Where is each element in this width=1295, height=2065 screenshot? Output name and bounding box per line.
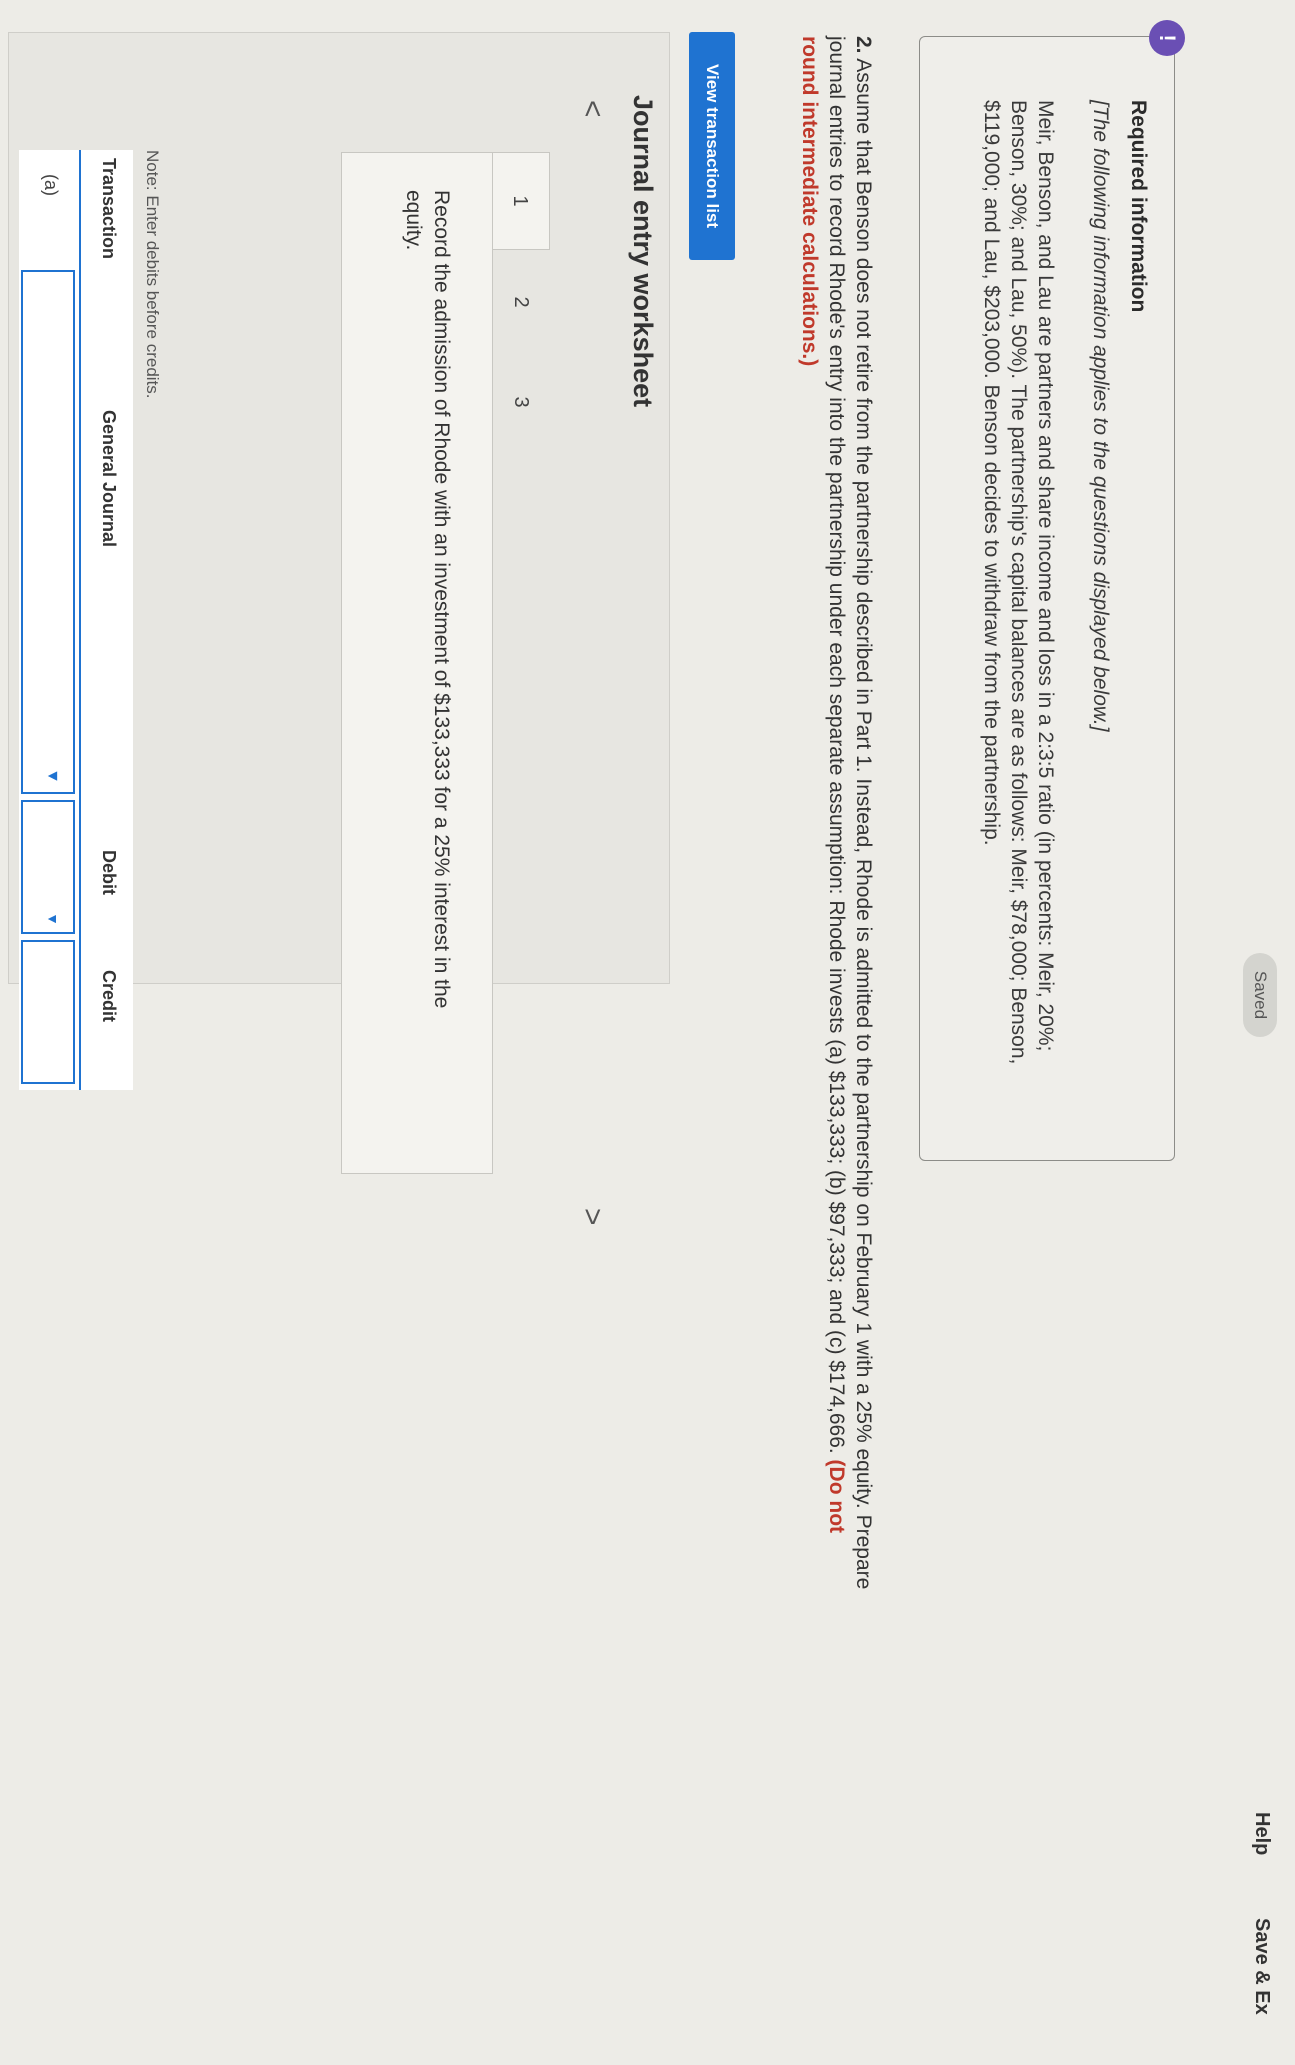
question-number: 2. [852,36,875,54]
view-transaction-list-label: View transaction list [703,63,722,229]
debits-note: Note: Enter debits before credits. [143,150,162,399]
tab-3[interactable]: 3 [492,354,550,450]
worksheet-title: Journal entry worksheet [628,95,658,408]
instruction-text: Record the admission of Rhode with an in… [402,190,453,1009]
help-link[interactable]: Help [1250,1812,1273,1855]
saved-status-label: Saved [1251,970,1270,1020]
tab-2[interactable]: 2 [492,254,550,350]
journal-table: Transaction General Journal Debit Credit… [15,150,133,1090]
required-information-title: Required information [1127,100,1150,313]
tab-2-label: 2 [510,296,533,308]
header-general-journal: General Journal [99,410,119,548]
header-transaction: Transaction [99,158,119,260]
question-text: 2. Assume that Benson does not retire fr… [796,36,877,1596]
header-debit: Debit [99,850,119,895]
tab-1-label: 1 [509,195,532,207]
debit-input[interactable]: ▼ [21,800,75,934]
chevron-left-icon[interactable]: < [575,100,609,118]
header-credit: Credit [99,970,119,1023]
tab-3-label: 3 [510,396,533,408]
required-information-body: Meir, Benson, and Lau are partners and s… [980,100,1057,1065]
screen-canvas: Saved Help Save & Ex ! Required informat… [0,0,1295,2065]
question-body: Assume that Benson does not retire from … [825,36,875,1590]
view-transaction-list-button[interactable]: View transaction list [689,32,735,260]
general-journal-dropdown[interactable]: ▼ [21,270,75,794]
chevron-down-icon: ▼ [44,768,61,784]
chevron-down-icon: ▼ [45,912,61,926]
saved-status-pill: Saved [1243,953,1277,1037]
table-header: Transaction General Journal Debit Credit [79,150,133,1090]
credit-input[interactable] [21,940,75,1084]
chevron-right-icon[interactable]: > [575,1208,609,1226]
alert-icon: ! [1149,20,1185,56]
table-row: (a) ▼ ▼ [19,150,79,1090]
save-exit-button[interactable]: Save & Ex [1250,1918,1273,2015]
row-transaction-label: (a) [41,174,61,196]
required-information-note: [The following information applies to th… [1089,100,1112,732]
tab-1[interactable]: 1 [491,152,550,250]
